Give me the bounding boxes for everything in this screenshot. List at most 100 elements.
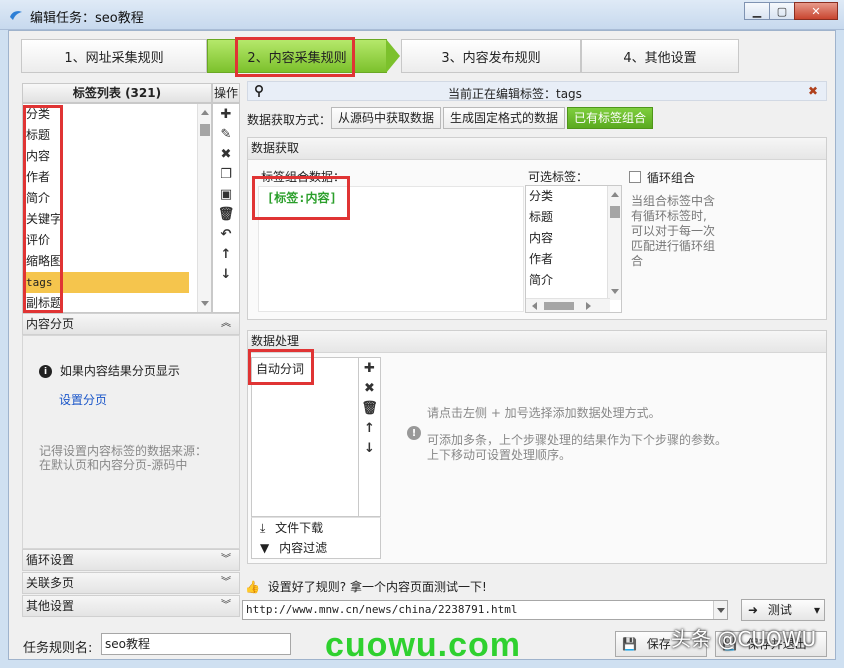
file-download-item[interactable]: ⤓ 文件下载 — [252, 518, 380, 538]
maximize-button[interactable]: ▢ — [769, 2, 795, 20]
step-other-settings[interactable]: 4、其他设置 — [581, 39, 739, 73]
list-item[interactable]: 内容 — [23, 146, 211, 167]
group-title: 数据获取 — [248, 138, 826, 160]
group-title: 数据处理 — [248, 331, 826, 353]
task-name-input[interactable]: seo教程 — [101, 633, 291, 655]
paging-section-header[interactable]: 内容分页 ︽ — [22, 313, 240, 335]
app-logo-icon — [10, 11, 22, 20]
process-hint: 请点击左侧 + 加号选择添加数据处理方式。 — [427, 406, 661, 420]
chevron-down-icon: ▾ — [813, 603, 820, 617]
list-item[interactable]: 作者 — [23, 167, 211, 188]
download-icon: ⤓ — [260, 521, 266, 535]
trash-icon[interactable]: 🗑 — [213, 204, 239, 224]
section-title: 其他设置 — [26, 599, 75, 613]
combo-value: [标签:内容] — [267, 191, 337, 205]
method-source-button[interactable]: 从源码中获取数据 — [331, 107, 442, 129]
window-controls: ▁ ▢ ✕ — [744, 2, 838, 20]
test-button[interactable]: ➜ 测试 ▾ — [741, 599, 825, 621]
watermark-text: cuowu.com — [325, 626, 522, 664]
list-item[interactable]: 简介 — [23, 188, 211, 209]
method-tag-combo-button[interactable]: 已有标签组合 — [567, 107, 654, 129]
delete-icon[interactable]: ✖ — [359, 378, 380, 398]
delete-icon[interactable]: ✖ — [213, 144, 239, 164]
tag-ops-toolbar: ✚ ✎ ✖ ❐ ▣ 🗑 ↶ ↑ ↓ — [212, 103, 240, 313]
list-item[interactable]: 关键字 — [23, 209, 211, 230]
loop-settings-header[interactable]: 循环设置 ︾ — [22, 549, 240, 571]
add-icon[interactable]: ✚ — [213, 104, 239, 124]
url-dropdown-icon[interactable] — [713, 601, 727, 619]
optional-tags-hscrollbar[interactable] — [526, 298, 610, 312]
login-arrow-icon: ➜ — [748, 603, 759, 617]
tag-list-scrollbar[interactable] — [197, 104, 211, 312]
paging-section-body: i 如果内容结果分页显示 设置分页 记得设置内容标签的数据来源： 在默认页和内容… — [22, 335, 240, 549]
optional-tags-label: 可选标签： — [528, 170, 589, 184]
title-bar: 编辑任务：seo教程 ▁ ▢ ✕ — [0, 0, 844, 30]
list-item[interactable]: 缩略图 — [23, 251, 211, 272]
process-extra-actions: ⤓ 文件下载 ▼ 内容过滤 — [251, 517, 381, 559]
step-bar: 1、网址采集规则 2、内容采集规则 3、内容发布规则 4、其他设置 — [21, 39, 739, 73]
paging-note-line: 在默认页和内容分页-源码中 — [39, 458, 188, 472]
paging-note: 记得设置内容标签的数据来源： 在默认页和内容分页-源码中 — [39, 444, 207, 472]
scroll-right-icon[interactable] — [586, 302, 591, 310]
scroll-up-icon[interactable] — [201, 110, 209, 115]
test-url-input[interactable]: http://www.mnw.cn/news/china/2238791.htm… — [242, 600, 728, 620]
step-content-rules[interactable]: 2、内容采集规则 — [207, 39, 387, 73]
list-item[interactable]: 标题 — [23, 125, 211, 146]
scroll-thumb[interactable] — [200, 124, 210, 136]
combo-label: 标签组合数据： — [261, 170, 346, 184]
process-hint-detail: 可添加多条，上个步骤处理的结果作为下个步骤的参数。上下移动可设置处理顺序。 — [427, 433, 728, 462]
step-label: 3、内容发布规则 — [441, 50, 541, 66]
paging-info: i 如果内容结果分页显示 — [39, 362, 180, 379]
step-url-rules[interactable]: 1、网址采集规则 — [21, 39, 207, 73]
set-paging-link[interactable]: 设置分页 — [59, 391, 107, 408]
scroll-up-icon[interactable] — [611, 192, 619, 197]
combo-textarea[interactable]: [标签:内容] — [258, 186, 524, 312]
test-button-label: 测试 — [767, 603, 792, 617]
scroll-left-icon[interactable] — [532, 302, 537, 310]
list-item-selected[interactable]: tags — [23, 272, 189, 293]
paste-icon[interactable]: ▣ — [213, 184, 239, 204]
chevron-up-icon: ︽ — [221, 318, 231, 329]
warning-icon: ! — [407, 426, 421, 440]
info-icon: i — [39, 365, 52, 378]
undo-icon[interactable]: ↶ — [213, 224, 239, 244]
method-fixed-format-button[interactable]: 生成固定格式的数据 — [443, 107, 566, 129]
list-item[interactable]: 副标题 — [23, 293, 211, 312]
task-name-label: 任务规则名: — [23, 641, 93, 656]
optional-tags-scrollbar[interactable] — [607, 186, 621, 300]
edit-icon[interactable]: ✎ — [213, 124, 239, 144]
list-item[interactable]: 评价 — [23, 230, 211, 251]
scroll-thumb[interactable] — [544, 302, 574, 310]
other-settings-header[interactable]: 其他设置 ︾ — [22, 595, 240, 617]
method-label: 数据获取方式： — [247, 113, 332, 127]
trash-icon[interactable]: 🗑 — [359, 398, 380, 418]
scroll-down-icon[interactable] — [611, 289, 619, 294]
task-name-value: seo教程 — [105, 637, 150, 651]
multi-page-header[interactable]: 关联多页 ︾ — [22, 572, 240, 594]
list-item[interactable]: 分类 — [23, 104, 211, 125]
minimize-button[interactable]: ▁ — [744, 2, 770, 20]
add-icon[interactable]: ✚ — [359, 358, 380, 378]
chevron-down-icon: ︾ — [221, 600, 231, 611]
loop-combo-checkbox[interactable] — [629, 171, 641, 183]
move-up-icon[interactable]: ↑ — [213, 244, 239, 264]
scroll-down-icon[interactable] — [201, 301, 209, 306]
section-title: 循环设置 — [26, 553, 75, 567]
paging-info-text: 如果内容结果分页显示 — [59, 364, 180, 378]
move-up-icon[interactable]: ↑ — [359, 418, 380, 438]
test-hint-text: 设置好了规则? 拿一个内容页面测试一下! — [267, 580, 487, 594]
close-icon[interactable]: ✖ — [808, 84, 818, 98]
loop-combo-label: 循环组合 — [647, 171, 696, 185]
close-button[interactable]: ✕ — [794, 2, 838, 20]
list-item[interactable]: 自动分词 — [252, 358, 358, 380]
copy-icon[interactable]: ❐ — [213, 164, 239, 184]
file-download-label: 文件下载 — [275, 521, 324, 535]
step-label: 4、其他设置 — [623, 50, 697, 66]
step-publish-rules[interactable]: 3、内容发布规则 — [401, 39, 581, 73]
move-down-icon[interactable]: ↓ — [359, 438, 380, 458]
content-filter-item[interactable]: ▼ 内容过滤 — [252, 538, 380, 558]
tag-list: 分类 标题 内容 作者 简介 关键字 评价 缩略图 tags 副标题 — [22, 103, 212, 313]
filter-icon: ▼ — [260, 541, 270, 555]
scroll-thumb[interactable] — [610, 206, 620, 218]
move-down-icon[interactable]: ↓ — [213, 264, 239, 284]
